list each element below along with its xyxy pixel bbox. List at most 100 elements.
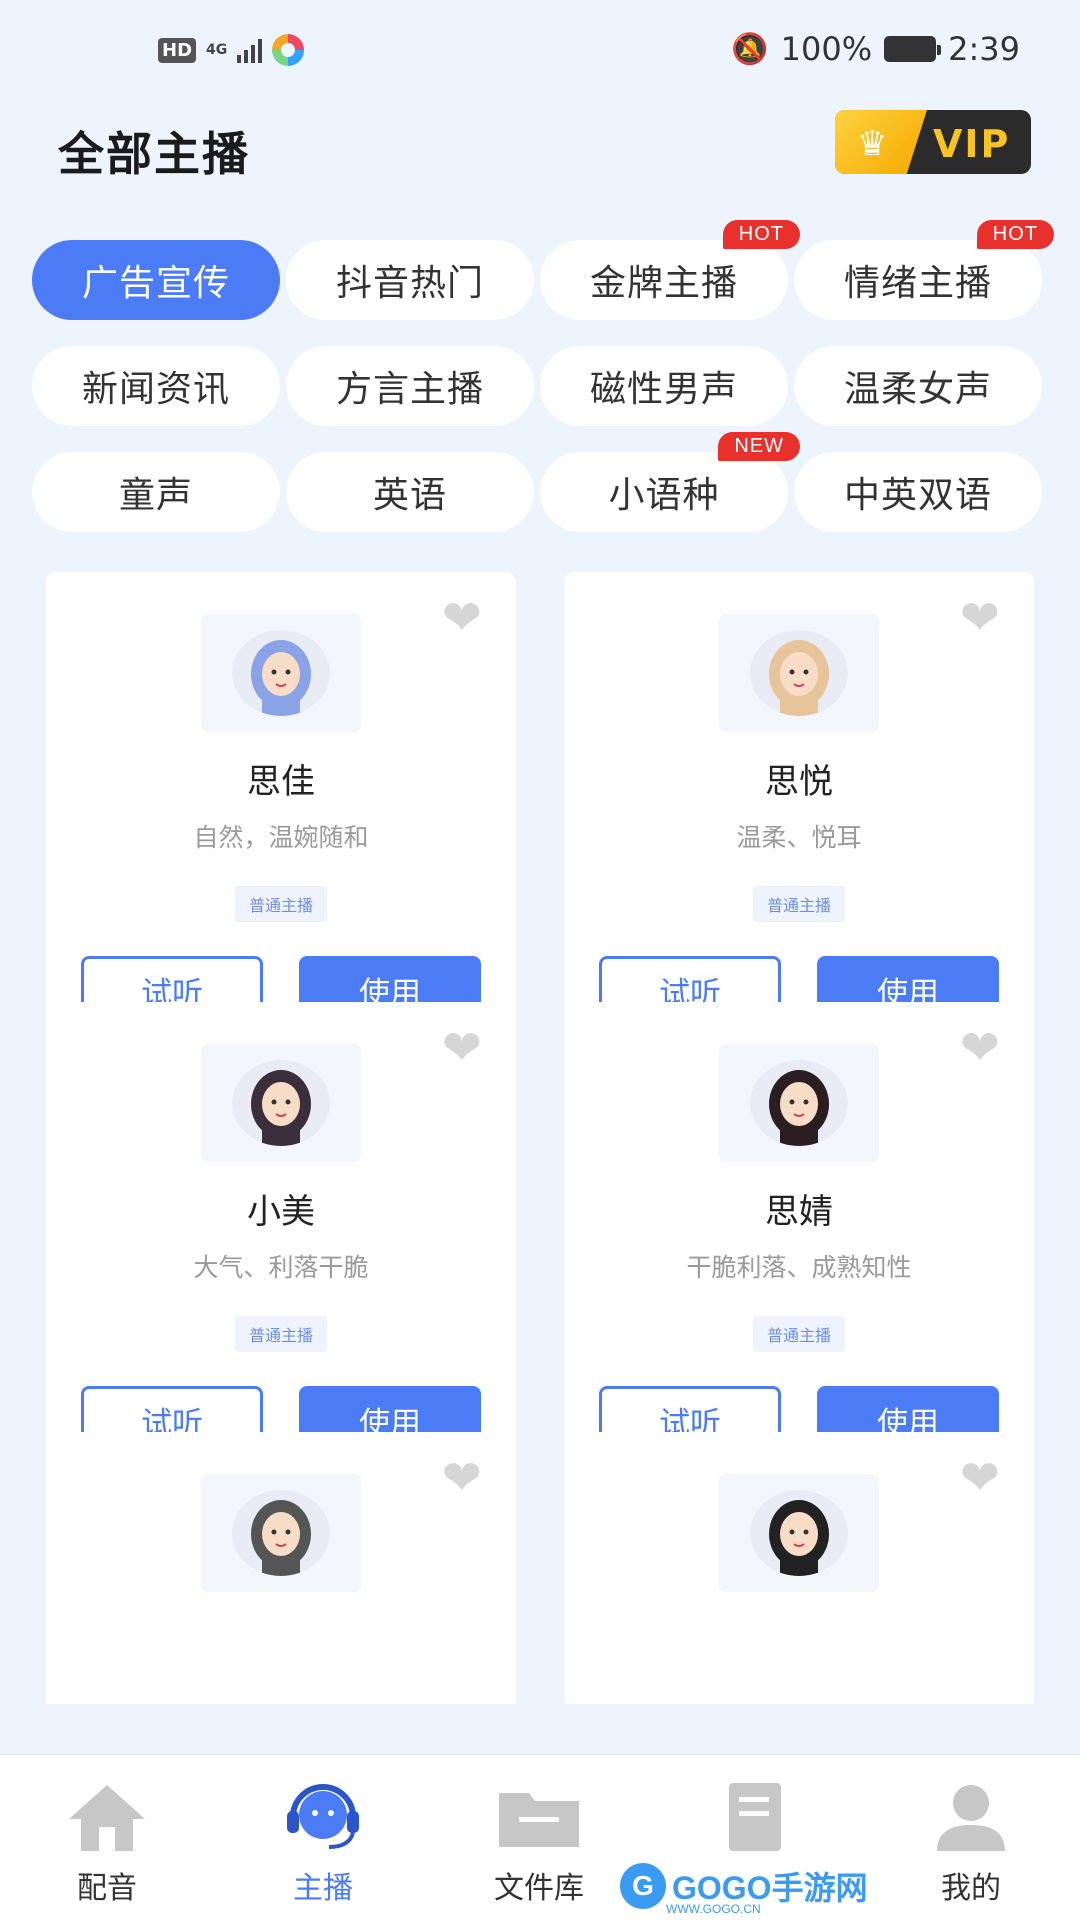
voice-level-tag: 普通主播 [234, 1316, 328, 1352]
category-tag-label: 童声 [118, 475, 193, 516]
category-badge: NEW [718, 432, 800, 461]
voice-avatar [232, 1490, 330, 1576]
favorite-heart-icon[interactable]: ❤ [960, 594, 1000, 642]
category-tag[interactable]: 温柔女声 [794, 346, 1042, 426]
voice-name: 思佳 [247, 762, 315, 802]
voice-avatar [232, 1060, 330, 1146]
document-icon [729, 1783, 781, 1851]
category-badge: HOT [722, 220, 800, 249]
category-badge: HOT [976, 220, 1054, 249]
category-tag-label: 方言主播 [335, 369, 484, 410]
voice-card[interactable]: ❤ 小美 大气、利落干脆 普通主播 试听 使用 [46, 1002, 516, 1488]
voice-description: 大气、利落干脆 [193, 1253, 369, 1282]
favorite-heart-icon[interactable]: ❤ [960, 1454, 1000, 1502]
category-tag-label: 温柔女声 [843, 369, 992, 410]
tab-files[interactable]: 文件库 [464, 1781, 614, 1911]
folder-icon [499, 1793, 579, 1847]
category-tag[interactable]: 情绪主播 HOT [794, 220, 1054, 320]
voice-card[interactable]: ❤ 思悦 温柔、悦耳 普通主播 试听 使用 [564, 572, 1034, 1058]
voice-card[interactable]: ❤ [564, 1432, 1034, 1704]
tab-label: 文件库 [494, 1871, 584, 1906]
category-tag-label: 抖音热门 [335, 263, 484, 304]
favorite-heart-icon[interactable]: ❤ [442, 594, 482, 642]
voice-level-tag: 普通主播 [752, 886, 846, 922]
avatar-frame [201, 1044, 361, 1162]
battery-icon [884, 36, 942, 62]
tab-mine[interactable]: 我的 [896, 1781, 1046, 1911]
category-tag-label: 金牌主播 [589, 263, 738, 304]
avatar-illustration [232, 1490, 330, 1576]
category-tag[interactable]: 小语种 NEW [540, 432, 800, 532]
avatar-illustration [750, 630, 848, 716]
category-tag[interactable]: 新闻资讯 [32, 346, 280, 426]
voice-level-tag: 普通主播 [234, 886, 328, 922]
network-type: 4G [206, 42, 228, 58]
category-tag-label: 英语 [372, 475, 447, 516]
avatar-frame [719, 1474, 879, 1592]
voice-name: 小美 [247, 1192, 315, 1232]
vip-label: VIP [933, 122, 1011, 166]
avatar-illustration [232, 630, 330, 716]
signal-icon [237, 37, 263, 63]
category-tag-label: 小语种 [608, 475, 720, 516]
app-notification-icon [272, 34, 305, 66]
avatar-illustration [232, 1060, 330, 1146]
category-tag[interactable]: 英语 [286, 452, 534, 532]
avatar-frame [201, 1474, 361, 1592]
tab-label: 主播 [293, 1871, 353, 1906]
category-tag-label: 中英双语 [843, 475, 992, 516]
voice-avatar [750, 1060, 848, 1146]
category-tag-label: 磁性男声 [589, 369, 738, 410]
favorite-heart-icon[interactable]: ❤ [442, 1454, 482, 1502]
voice-card[interactable]: ❤ 思婧 干脆利落、成熟知性 普通主播 试听 使用 [564, 1002, 1034, 1488]
voice-grid: ❤ 思佳 自然，温婉随和 普通主播 试听 使用 ❤ 思悦 温柔、悦耳 普通主播 试听 使用 ❤ 小美 大气、… [46, 572, 1034, 1704]
category-tag-label: 情绪主播 [843, 263, 992, 304]
avatar-frame [201, 614, 361, 732]
hd-indicator: HD [158, 37, 197, 63]
headset-icon [287, 1784, 359, 1849]
category-tag[interactable]: 磁性男声 [540, 346, 788, 426]
voice-name: 思悦 [765, 762, 833, 802]
avatar-illustration [750, 1490, 848, 1576]
category-tag-label: 新闻资讯 [81, 369, 230, 410]
voice-card[interactable]: ❤ [46, 1432, 516, 1704]
voice-card[interactable]: ❤ 思佳 自然，温婉随和 普通主播 试听 使用 [46, 572, 516, 1058]
vip-button[interactable]: ♛ VIP [835, 110, 1031, 174]
category-tag-label: 广告宣传 [81, 263, 230, 304]
bottom-tab-bar: 配音 主播 文件库 我的 [0, 1754, 1080, 1921]
favorite-heart-icon[interactable]: ❤ [960, 1024, 1000, 1072]
category-tag[interactable]: 童声 [32, 452, 280, 532]
favorite-heart-icon[interactable]: ❤ [442, 1024, 482, 1072]
voice-description: 干脆利落、成熟知性 [686, 1253, 912, 1282]
avatar-frame [719, 1044, 879, 1162]
voice-avatar [750, 1490, 848, 1576]
tab-label: 配音 [77, 1871, 137, 1906]
status-right: 🔕 100% 2:39 [731, 30, 1020, 68]
avatar-frame [719, 614, 879, 732]
voice-level-tag: 普通主播 [752, 1316, 846, 1352]
page-title: 全部主播 [58, 127, 250, 181]
voice-name: 思婧 [765, 1192, 833, 1232]
mute-bell-icon: 🔕 [731, 31, 769, 67]
category-tag[interactable]: 方言主播 [286, 346, 534, 426]
tab-label: 我的 [941, 1871, 1001, 1906]
battery-percent: 100% [780, 30, 873, 68]
voice-description: 自然，温婉随和 [193, 823, 369, 852]
category-tags: 广告宣传 抖音热门 金牌主播 HOT 情绪主播 HOT 新闻资讯 方言主播 磁性男声 温柔女声童声… [32, 220, 1054, 532]
tab-anchors[interactable]: 主播 [248, 1781, 398, 1911]
watermark-g-icon: G [620, 1863, 666, 1909]
user-icon [937, 1785, 1005, 1851]
category-tag[interactable]: 广告宣传 [32, 240, 280, 320]
status-left: HD 4G [158, 34, 305, 66]
category-tag[interactable]: 金牌主播 HOT [540, 220, 800, 320]
watermark-url: WWW.GOGO.CN [666, 1902, 761, 1916]
status-bar: HD 4G 🔕 100% 2:39 [0, 0, 1080, 100]
tab-dubbing[interactable]: 配音 [32, 1781, 182, 1911]
voice-avatar [750, 630, 848, 716]
category-tag[interactable]: 中英双语 [794, 452, 1042, 532]
voice-description: 温柔、悦耳 [736, 823, 862, 852]
voice-avatar [232, 630, 330, 716]
crown-icon: ♛ [857, 124, 888, 164]
avatar-illustration [750, 1060, 848, 1146]
category-tag[interactable]: 抖音热门 [286, 240, 534, 320]
